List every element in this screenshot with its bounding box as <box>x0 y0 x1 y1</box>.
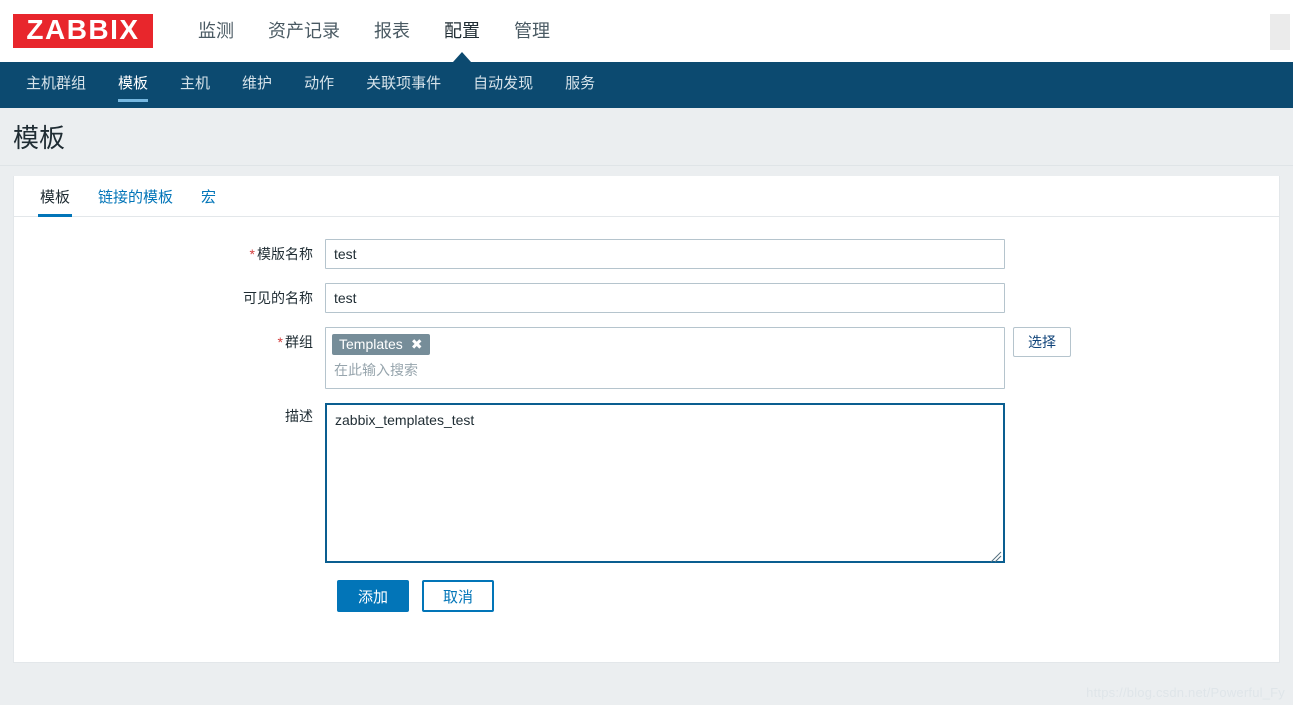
label-groups: * 群组 <box>14 327 325 357</box>
tab-linked-templates[interactable]: 链接的模板 <box>84 186 187 216</box>
field-groups: Templates ✖ 选择 <box>325 327 1279 389</box>
page-title: 模板 <box>13 123 66 153</box>
main-menu: 监测 资产记录 报表 配置 管理 <box>181 0 567 62</box>
subnav-item-templates[interactable]: 模板 <box>102 62 164 108</box>
subnav-item-event-correlation[interactable]: 关联项事件 <box>350 62 457 108</box>
main-menu-item-reports[interactable]: 报表 <box>357 0 427 62</box>
visible-name-input[interactable] <box>325 283 1005 313</box>
subnav-item-hosts[interactable]: 主机 <box>164 62 226 108</box>
page-header: 模板 <box>0 108 1293 166</box>
main-menu-item-configuration[interactable]: 配置 <box>427 0 497 62</box>
form-actions: 添加 取消 <box>337 580 1279 612</box>
select-groups-button[interactable]: 选择 <box>1013 327 1071 357</box>
subnav-item-maintenance[interactable]: 维护 <box>226 62 288 108</box>
main-menu-item-monitoring[interactable]: 监测 <box>181 0 251 62</box>
remove-icon[interactable]: ✖ <box>411 337 423 351</box>
template-form: *模版名称 可见的名称 *群组 Templates <box>14 217 1279 612</box>
label-text-description: 描述 <box>285 408 313 424</box>
add-button[interactable]: 添加 <box>337 580 409 612</box>
field-description <box>325 403 1279 566</box>
user-menu-placeholder[interactable] <box>1270 14 1290 50</box>
description-wrapper <box>325 403 1005 566</box>
content-panel: 模板 链接的模板 宏 *模版名称 可见的名称 *群组 <box>13 176 1280 663</box>
watermark: https://blog.csdn.net/Powerful_Fy <box>1086 685 1285 700</box>
form-row-template-name: * 模版名称 <box>14 239 1279 269</box>
label-text-template-name: 模版名称 <box>257 246 313 262</box>
secondary-nav: 主机群组 模板 主机 维护 动作 关联项事件 自动发现 服务 <box>0 62 1293 108</box>
group-chip-templates[interactable]: Templates ✖ <box>332 334 430 355</box>
required-marker-groups: * <box>277 334 283 350</box>
subnav-item-actions[interactable]: 动作 <box>288 62 350 108</box>
zabbix-logo: ZABBIX <box>13 14 153 48</box>
label-text-visible-name: 可见的名称 <box>243 290 313 306</box>
groups-multiselect[interactable]: Templates ✖ <box>325 327 1005 389</box>
form-row-description: 描述 <box>14 403 1279 566</box>
groups-search-input[interactable] <box>332 362 976 378</box>
tab-bar: 模板 链接的模板 宏 <box>14 176 1279 217</box>
label-template-name: * 模版名称 <box>14 239 325 269</box>
form-row-visible-name: 可见的名称 <box>14 283 1279 313</box>
field-template-name <box>325 239 1279 269</box>
group-chip-label: Templates <box>339 336 403 352</box>
label-description: 描述 <box>14 403 325 429</box>
main-menu-item-inventory[interactable]: 资产记录 <box>251 0 357 62</box>
form-row-groups: *群组 Templates ✖ 选择 <box>14 327 1279 389</box>
tab-template[interactable]: 模板 <box>26 186 84 217</box>
subnav-item-host-groups[interactable]: 主机群组 <box>10 62 102 108</box>
subnav-item-services[interactable]: 服务 <box>549 62 611 108</box>
cancel-button[interactable]: 取消 <box>422 580 494 612</box>
tab-macros[interactable]: 宏 <box>187 186 230 216</box>
template-name-input[interactable] <box>325 239 1005 269</box>
field-visible-name <box>325 283 1279 313</box>
required-marker-template-name: * <box>249 246 255 262</box>
top-header: ZABBIX 监测 资产记录 报表 配置 管理 <box>0 0 1293 62</box>
label-text-groups: 群组 <box>285 334 313 350</box>
label-visible-name: 可见的名称 <box>14 283 325 313</box>
description-textarea[interactable] <box>325 403 1005 563</box>
main-menu-item-administration[interactable]: 管理 <box>497 0 567 62</box>
subnav-item-discovery[interactable]: 自动发现 <box>457 62 549 108</box>
